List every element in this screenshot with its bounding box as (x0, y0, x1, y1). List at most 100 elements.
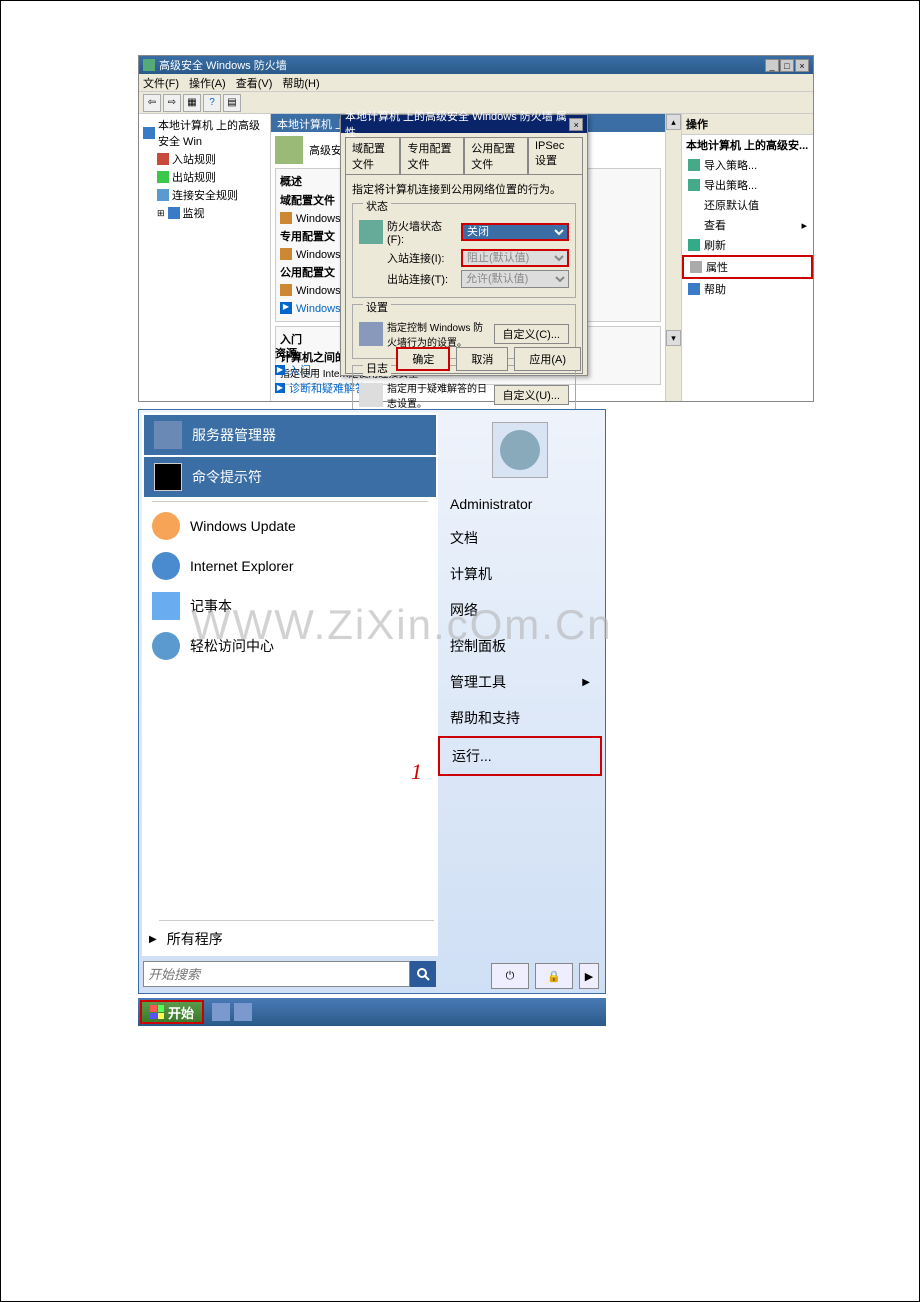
link-admin-tools[interactable]: 管理工具▶ (438, 664, 602, 700)
link-documents[interactable]: 文档 (438, 520, 602, 556)
status-icon (280, 284, 292, 296)
toolbar-icon[interactable]: ▦ (183, 94, 201, 112)
action-import[interactable]: 导入策略... (682, 155, 813, 175)
help-icon[interactable]: ? (203, 94, 221, 112)
cancel-button[interactable]: 取消 (456, 347, 508, 371)
dialog-title: 本地计算机 上的高级安全 Windows 防火墙 属性 (345, 108, 569, 140)
minimize-button[interactable]: _ (765, 59, 779, 72)
item-windows-update[interactable]: Windows Update (142, 506, 438, 546)
item-ie[interactable]: Internet Explorer (142, 546, 438, 586)
action-export[interactable]: 导出策略... (682, 175, 813, 195)
nav-back-icon[interactable]: ⇦ (143, 94, 161, 112)
submenu-arrow-icon: ▶ (582, 677, 590, 688)
ql-icon-1[interactable] (212, 1003, 230, 1021)
lock-button[interactable]: 🔒 (535, 963, 573, 989)
action-refresh[interactable]: 刷新 (682, 235, 813, 255)
search-input[interactable] (143, 961, 410, 987)
all-programs[interactable]: ▶ 所有程序 (149, 929, 223, 949)
windows-logo-icon (150, 1005, 164, 1019)
titlebar[interactable]: 高级安全 Windows 防火墙 _ □ × (139, 56, 813, 74)
state-fieldset: 状态 防火墙状态(F): 关闭 入站连接(I): 阻止(默认值) 出站连接(T)… (352, 203, 576, 298)
link-network[interactable]: 网络 (438, 592, 602, 628)
apply-button[interactable]: 应用(A) (514, 347, 581, 371)
shield-icon (143, 59, 155, 71)
windows-update-icon (152, 512, 180, 540)
help-icon (688, 283, 700, 295)
maximize-button[interactable]: □ (780, 59, 794, 72)
power-menu-button[interactable]: ▶ (579, 963, 599, 989)
menu-file[interactable]: 文件(F) (143, 75, 179, 91)
link-icon: ▶ (275, 365, 285, 375)
actions-subtitle: 本地计算机 上的高级安... (682, 135, 813, 155)
ease-icon (152, 632, 180, 660)
ql-icon-2[interactable] (234, 1003, 252, 1021)
tree-connsec[interactable]: 连接安全规则 (155, 186, 268, 204)
log-icon (359, 383, 383, 407)
public-profile-label: 公用配置文 (280, 264, 335, 280)
action-properties[interactable]: 属性 (682, 255, 813, 279)
link-computer[interactable]: 计算机 (438, 556, 602, 592)
tab-private[interactable]: 专用配置文件 (400, 137, 464, 174)
scrollbar[interactable]: ▴ ▾ (665, 114, 681, 401)
link-run[interactable]: 运行... (438, 736, 602, 776)
tree-outbound[interactable]: 出站规则 (155, 168, 268, 186)
menu-help[interactable]: 帮助(H) (282, 75, 319, 91)
actions-title: 操作 (682, 114, 813, 135)
power-button[interactable]: ⏻ (491, 963, 529, 989)
user-avatar[interactable] (492, 422, 548, 478)
pinned-server-manager[interactable]: 服务器管理器 (144, 415, 436, 455)
expand-icon[interactable]: ⊞ (157, 208, 165, 219)
inbound-icon (157, 153, 169, 165)
menu-action[interactable]: 操作(A) (189, 75, 226, 91)
item-ease-of-access[interactable]: 轻松访问中心 (142, 626, 438, 666)
tree-root[interactable]: 本地计算机 上的高级安全 Win (141, 116, 268, 150)
scroll-down-icon[interactable]: ▾ (666, 330, 681, 346)
power-buttons: ⏻ 🔒 ▶ (491, 963, 599, 989)
action-restore[interactable]: 还原默认值 (682, 195, 813, 215)
tab-domain[interactable]: 域配置文件 (345, 137, 400, 174)
nav-forward-icon[interactable]: ⇨ (163, 94, 181, 112)
tab-ipsec[interactable]: IPSec 设置 (528, 137, 583, 174)
inbound-select[interactable]: 阻止(默认值) (461, 249, 569, 267)
cmd-icon (154, 463, 182, 491)
start-button[interactable]: 开始 (140, 1000, 204, 1024)
shield-icon (143, 127, 155, 139)
start-left-pane: 服务器管理器 命令提示符 Windows Update Internet Exp… (142, 413, 438, 956)
annotation-1: 1 (411, 759, 422, 785)
outbound-select[interactable]: 允许(默认值) (461, 270, 569, 288)
toolbar-icon-2[interactable]: ▤ (223, 94, 241, 112)
dialog-close-button[interactable]: × (569, 118, 583, 131)
window-controls: _ □ × (765, 59, 809, 72)
link-help[interactable]: 帮助和支持 (438, 700, 602, 736)
connsec-icon (157, 189, 169, 201)
close-button[interactable]: × (795, 59, 809, 72)
menu-view[interactable]: 查看(V) (236, 75, 273, 91)
private-profile-label: 专用配置文 (280, 228, 335, 244)
domain-profile-label: 域配置文件 (280, 192, 335, 208)
pinned-cmd[interactable]: 命令提示符 (144, 457, 436, 497)
quick-launch (206, 1003, 258, 1021)
ok-button[interactable]: 确定 (396, 347, 450, 371)
dialog-titlebar[interactable]: 本地计算机 上的高级安全 Windows 防火墙 属性 × (341, 115, 587, 133)
tree-inbound[interactable]: 入站规则 (155, 150, 268, 168)
search-button[interactable] (410, 961, 436, 987)
settings-desc: 指定控制 Windows 防火墙行为的设置。 (387, 319, 490, 349)
link-control-panel[interactable]: 控制面板 (438, 628, 602, 664)
scroll-up-icon[interactable]: ▴ (666, 114, 681, 130)
action-help[interactable]: 帮助 (682, 279, 813, 299)
export-icon (688, 179, 700, 191)
shield-large-icon (275, 136, 303, 164)
start-right-pane: Administrator 文档 计算机 网络 控制面板 管理工具▶ 帮助和支持… (438, 410, 602, 953)
log-customize-button[interactable]: 自定义(U)... (494, 385, 569, 405)
user-name[interactable]: Administrator (438, 488, 602, 520)
search-box (143, 961, 436, 989)
tree-monitor[interactable]: ⊞监视 (155, 204, 268, 222)
window-title: 高级安全 Windows 防火墙 (159, 57, 287, 73)
settings-customize-button[interactable]: 自定义(C)... (494, 324, 569, 344)
item-notepad[interactable]: 记事本 (142, 586, 438, 626)
properties-dialog: 本地计算机 上的高级安全 Windows 防火墙 属性 × 域配置文件 专用配置… (340, 114, 588, 376)
fw-state-select[interactable]: 关闭 (461, 223, 569, 241)
action-view[interactable]: 查看▸ (682, 215, 813, 235)
tab-public[interactable]: 公用配置文件 (464, 137, 528, 174)
outbound-label: 出站连接(T): (387, 271, 457, 287)
